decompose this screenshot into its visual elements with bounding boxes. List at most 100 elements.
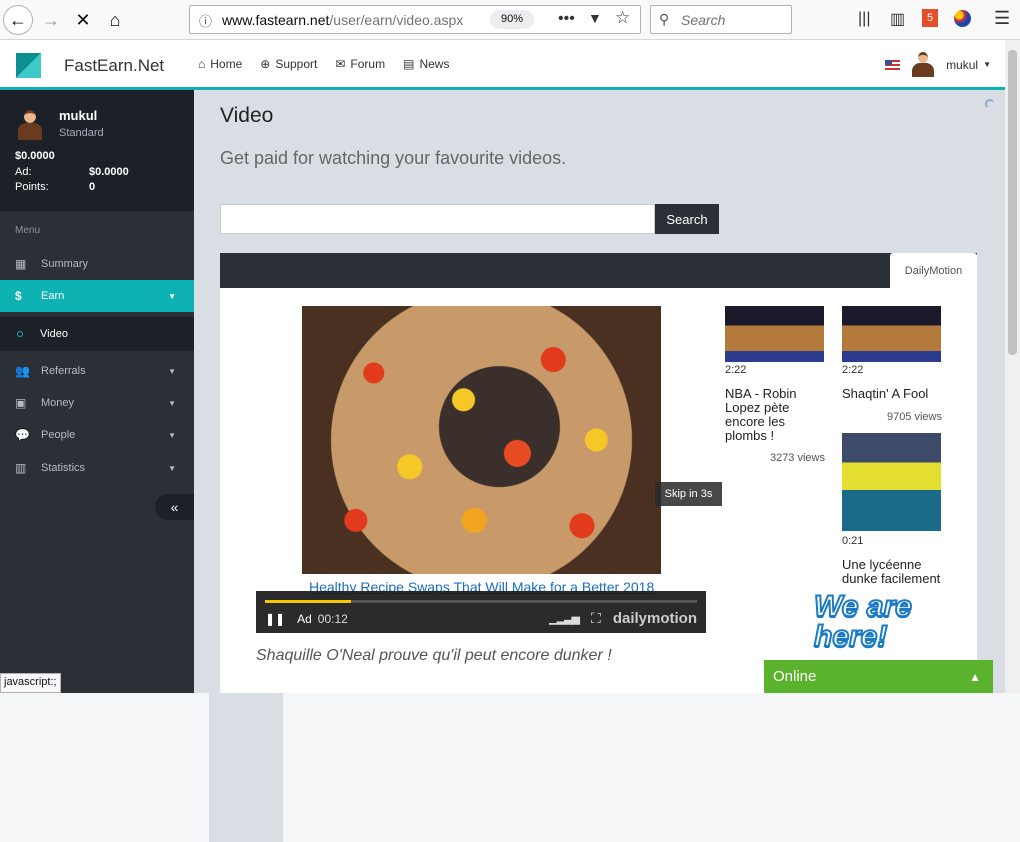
caret-down-icon: ▼ — [168, 398, 176, 408]
sidebar-icon[interactable]: ▥ — [890, 9, 905, 29]
nav-label: Forum — [350, 57, 386, 71]
browser-toolbar: ← → ✕ ⌂ ⓘ www.fastearn.net/user/earn/vid… — [0, 0, 1020, 40]
sidebar-item-money[interactable]: ▣ Money ▼ — [0, 387, 194, 419]
skip-ad-button[interactable]: Skip in 3s — [655, 482, 722, 506]
library-icon[interactable]: ||| — [858, 10, 870, 28]
sidebar-subitem-video[interactable]: Video — [0, 317, 194, 351]
search-icon: ⚲ — [659, 11, 670, 27]
sidebar-item-label: Summary — [41, 258, 89, 270]
related-title[interactable]: Une lycéenne dunke facilement — [842, 558, 942, 586]
search-placeholder: Search — [681, 12, 726, 28]
related-duration: 2:22 — [842, 364, 864, 376]
stat-value: $0.0000 — [89, 165, 129, 178]
sidebar-item-label: Statistics — [41, 462, 86, 474]
progress-bar[interactable] — [265, 600, 697, 603]
related-thumbnail[interactable] — [842, 433, 941, 531]
us-flag-icon[interactable] — [885, 59, 901, 70]
we-are-here-badge[interactable]: We are here! — [813, 591, 944, 660]
menu-icon[interactable]: ☰ — [994, 8, 1010, 29]
url-text: www.fastearn.net/user/earn/video.aspx — [222, 12, 487, 28]
forward-icon[interactable]: → — [36, 5, 66, 35]
nav-forum[interactable]: ✉ Forum — [335, 57, 385, 71]
more-icon[interactable]: ••• — [558, 10, 575, 28]
html5-icon[interactable]: 5 — [922, 9, 938, 27]
site-header: FastEarn.Net ⌂ Home ⊕ Support ✉ Forum ▤ News… — [0, 40, 1005, 90]
sidebar-item-people[interactable]: 💬 People ▼ — [0, 419, 194, 451]
status-bar-link: javascript:; — [0, 673, 61, 693]
extension-icon[interactable] — [954, 10, 971, 27]
panel-header: DailyMotion — [220, 253, 977, 288]
scrollbar-thumb[interactable] — [1008, 50, 1017, 355]
sidebar-item-label: Referrals — [41, 365, 86, 377]
home-icon: ⌂ — [198, 57, 206, 71]
stat-label: Ad: — [15, 165, 32, 178]
related-views: 9705 views — [886, 411, 942, 423]
progress-fill — [265, 600, 352, 603]
stat-value: 0 — [89, 181, 96, 193]
pause-icon[interactable]: ❚❚ — [265, 612, 285, 626]
brand[interactable]: FastEarn.Net — [64, 56, 164, 76]
sidebar-item-label: Earn — [41, 290, 65, 302]
video-player[interactable] — [302, 306, 661, 574]
related-duration: 0:21 — [842, 535, 864, 547]
username: mukul — [946, 57, 979, 72]
sidebar-item-earn[interactable]: $ Earn ▼ — [0, 280, 194, 312]
caret-down-icon: ▼ — [168, 430, 176, 440]
related-thumbnail[interactable] — [725, 306, 824, 362]
top-nav: ⌂ Home ⊕ Support ✉ Forum ▤ News — [198, 57, 449, 71]
player-controls: ❚❚ Ad 00:12 ▁▂▃▅ ⛶ dailymotion — [256, 591, 706, 633]
scrollbar[interactable] — [1005, 40, 1020, 693]
related-title[interactable]: Shaqtin' A Fool — [842, 387, 942, 401]
stat-value: $0.0000 — [15, 150, 55, 162]
related-thumbnail[interactable] — [842, 306, 941, 362]
people-icon: 💬 — [15, 428, 30, 442]
nav-news[interactable]: ▤ News — [403, 57, 449, 71]
stop-icon[interactable]: ✕ — [68, 5, 98, 35]
nav-label: Support — [275, 57, 318, 71]
profile-stats: Main:$0.0000 Ad:$0.0000 Points:0 — [15, 149, 283, 842]
sidebar-item-summary[interactable]: ▦ Summary — [0, 248, 194, 280]
caret-down-icon: ▼ — [983, 60, 991, 69]
nav-label: Home — [210, 57, 243, 71]
fullscreen-icon[interactable]: ⛶ — [591, 610, 601, 627]
profile-name: mukul — [59, 108, 98, 123]
zoom-badge[interactable]: 90% — [490, 10, 534, 29]
nav-home[interactable]: ⌂ Home — [198, 57, 242, 71]
user-menu[interactable]: mukul ▼ — [885, 52, 991, 77]
control-row: ❚❚ Ad 00:12 ▁▂▃▅ ⛶ dailymotion — [265, 610, 697, 627]
info-icon[interactable]: ⓘ — [199, 11, 212, 30]
collapse-sidebar-button[interactable]: « — [155, 494, 194, 520]
home-icon[interactable]: ⌂ — [100, 5, 130, 35]
video-thumbnail — [302, 306, 661, 574]
video-search-input[interactable] — [220, 204, 655, 234]
video-caption: Shaquille O'Neal prouve qu'il peut encor… — [256, 647, 612, 664]
support-icon: ⊕ — [260, 57, 271, 71]
browser-search[interactable]: ⚲ Search — [650, 5, 792, 34]
related-title[interactable]: NBA - Robin Lopez pète encore les plombs… — [725, 387, 815, 443]
pocket-icon[interactable]: ▼ — [588, 10, 602, 26]
url-host: www.fastearn.net — [222, 12, 330, 28]
sidebar-item-statistics[interactable]: ▥ Statistics ▼ — [0, 452, 194, 484]
url-path: /user/earn/video.aspx — [329, 12, 464, 28]
dailymotion-logo[interactable]: dailymotion — [613, 610, 697, 627]
forum-icon: ✉ — [335, 57, 346, 71]
bullet-icon — [17, 331, 23, 337]
url-bar[interactable]: ⓘ www.fastearn.net/user/earn/video.aspx … — [189, 5, 641, 34]
logo-icon[interactable] — [16, 53, 41, 78]
avatar — [912, 52, 935, 77]
nav-support[interactable]: ⊕ Support — [260, 57, 317, 71]
caret-down-icon: ▼ — [168, 463, 176, 473]
statistics-icon: ▥ — [15, 461, 27, 475]
dollar-icon: $ — [15, 289, 22, 303]
chat-widget[interactable]: Online ▲ — [764, 660, 993, 693]
profile-avatar — [18, 110, 42, 140]
sidebar-item-referrals[interactable]: 👥 Referrals ▼ — [0, 355, 194, 387]
caret-down-icon: ▼ — [168, 291, 176, 301]
search-button[interactable]: Search — [655, 204, 719, 234]
back-icon[interactable]: ← — [3, 5, 33, 35]
volume-icon[interactable]: ▁▂▃▅ — [549, 612, 580, 625]
tab-dailymotion[interactable]: DailyMotion — [890, 253, 977, 288]
summary-icon: ▦ — [15, 257, 27, 271]
referrals-icon: 👥 — [15, 364, 30, 378]
bookmark-star-icon[interactable]: ☆ — [615, 8, 630, 28]
